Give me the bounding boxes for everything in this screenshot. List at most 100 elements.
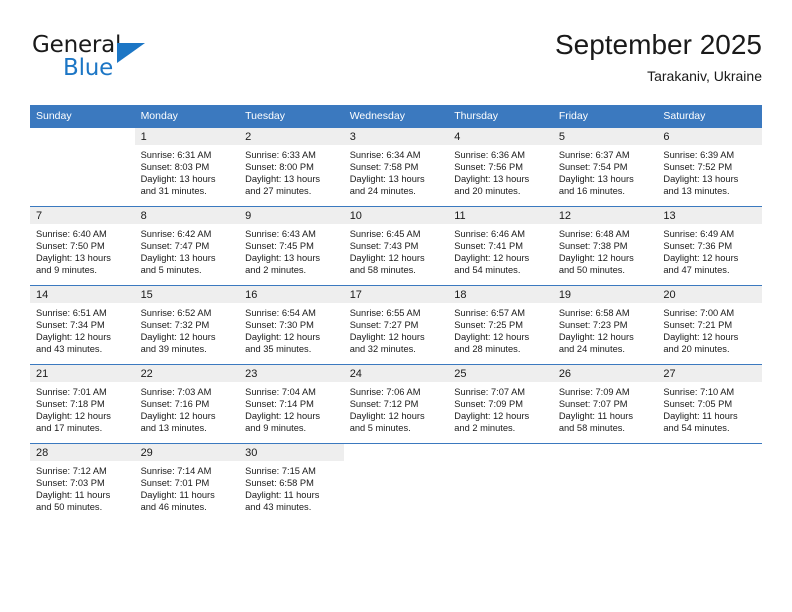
- sunrise-time: Sunrise: 7:03 AM: [140, 387, 212, 397]
- sunset-time: Sunset: 7:58 PM: [349, 162, 419, 173]
- daylight-duration-line1: Daylight: 12 hours: [558, 253, 634, 264]
- day-number: [553, 444, 658, 461]
- day-details: Sunrise: 7:12 AM Sunset: 7:03 PM Daylight:…: [30, 461, 135, 513]
- calendar-day-cell[interactable]: 29 Sunrise: 7:14 AM Sunset: 7:01 PM Dayligh…: [134, 443, 240, 522]
- calendar-day-cell[interactable]: 13 Sunrise: 6:49 AM Sunset: 7:36 PM Dayligh…: [657, 206, 762, 286]
- calendar-day-cell[interactable]: 19 Sunrise: 6:58 AM Sunset: 7:23 PM Dayligh…: [552, 285, 658, 365]
- calendar-day-cell[interactable]: 10 Sunrise: 6:45 AM Sunset: 7:43 PM Dayligh…: [343, 206, 449, 286]
- day-details: Sunrise: 7:06 AM Sunset: 7:12 PM Daylight:…: [344, 382, 449, 434]
- day-details: Sunrise: 6:58 AM Sunset: 7:23 PM Daylight:…: [553, 303, 658, 355]
- sunset-time: Sunset: 7:16 PM: [140, 399, 210, 410]
- day-cell-inner: 22 Sunrise: 7:03 AM Sunset: 7:16 PM Dayligh…: [134, 365, 240, 443]
- daylight-duration-line1: Daylight: 13 hours: [245, 174, 321, 185]
- calendar-grid: Sunday Monday Tuesday Wednesday Thursday Frid…: [30, 105, 762, 522]
- calendar-day-cell[interactable]: 6 Sunrise: 6:39 AM Sunset: 7:52 PM Daylight…: [657, 128, 762, 207]
- calendar-day-cell[interactable]: 27 Sunrise: 7:10 AM Sunset: 7:05 PM Dayligh…: [657, 364, 762, 444]
- calendar-day-cell[interactable]: 18 Sunrise: 6:57 AM Sunset: 7:25 PM Dayligh…: [448, 285, 553, 365]
- sunset-time: Sunset: 7:09 PM: [454, 399, 523, 410]
- day-details: Sunrise: 6:31 AM Sunset: 8:03 PM Daylight:…: [135, 145, 240, 197]
- calendar-day-cell[interactable]: 21 Sunrise: 7:01 AM Sunset: 7:18 PM Dayligh…: [30, 364, 135, 444]
- day-details: Sunrise: 6:33 AM Sunset: 8:00 PM Daylight:…: [239, 145, 344, 197]
- day-number: [344, 444, 449, 461]
- sunrise-time: Sunrise: 6:39 AM: [663, 150, 735, 160]
- day-number: 27: [657, 365, 762, 382]
- sunrise-time: Sunrise: 6:49 AM: [663, 229, 735, 239]
- sunrise-time: Sunrise: 6:31 AM: [140, 150, 212, 160]
- daylight-duration-line1: Daylight: 11 hours: [663, 411, 738, 422]
- calendar-day-cell[interactable]: 22 Sunrise: 7:03 AM Sunset: 7:16 PM Dayligh…: [134, 364, 240, 444]
- sunrise-time: Sunrise: 6:55 AM: [349, 308, 421, 318]
- day-cell-inner: 5 Sunrise: 6:37 AM Sunset: 7:54 PM Daylight…: [552, 128, 658, 206]
- day-cell-inner: [30, 128, 135, 206]
- calendar-day-cell[interactable]: 15 Sunrise: 6:52 AM Sunset: 7:32 PM Dayligh…: [134, 285, 240, 365]
- daylight-duration-line2: and 5 minutes.: [140, 265, 202, 276]
- sunset-time: Sunset: 7:05 PM: [663, 399, 733, 410]
- calendar-header-row: Sunday Monday Tuesday Wednesday Thursday Frid…: [30, 105, 762, 128]
- calendar-day-cell[interactable]: 20 Sunrise: 7:00 AM Sunset: 7:21 PM Dayligh…: [657, 285, 762, 365]
- daylight-duration-line2: and 24 minutes.: [349, 186, 416, 197]
- daylight-duration-line2: and 20 minutes.: [454, 186, 521, 197]
- general-blue-logo[interactable]: General Blue: [32, 32, 242, 92]
- daylight-duration-line2: and 43 minutes.: [245, 502, 312, 513]
- day-cell-inner: 6 Sunrise: 6:39 AM Sunset: 7:52 PM Daylight…: [657, 128, 762, 206]
- calendar-day-cell[interactable]: 2 Sunrise: 6:33 AM Sunset: 8:00 PM Daylight…: [239, 128, 344, 207]
- calendar-day-cell[interactable]: 3 Sunrise: 6:34 AM Sunset: 7:58 PM Daylight…: [343, 128, 449, 207]
- day-number: 22: [134, 365, 240, 382]
- day-cell-inner: 1 Sunrise: 6:31 AM Sunset: 8:03 PM Daylight…: [134, 128, 240, 206]
- sunset-time: Sunset: 8:00 PM: [245, 162, 314, 173]
- day-details: [30, 145, 135, 149]
- day-cell-inner: 26 Sunrise: 7:09 AM Sunset: 7:07 PM Dayligh…: [552, 365, 658, 443]
- day-details: Sunrise: 7:00 AM Sunset: 7:21 PM Daylight:…: [657, 303, 762, 355]
- day-details: Sunrise: 6:36 AM Sunset: 7:56 PM Daylight:…: [448, 145, 553, 197]
- calendar-day-cell[interactable]: 1 Sunrise: 6:31 AM Sunset: 8:03 PM Daylight…: [134, 128, 240, 207]
- calendar-day-cell[interactable]: 17 Sunrise: 6:55 AM Sunset: 7:27 PM Dayligh…: [343, 285, 449, 365]
- sunrise-time: Sunrise: 6:51 AM: [36, 308, 107, 318]
- calendar-day-cell[interactable]: 12 Sunrise: 6:48 AM Sunset: 7:38 PM Dayligh…: [552, 206, 658, 286]
- day-cell-inner: [553, 444, 658, 522]
- day-details: Sunrise: 6:46 AM Sunset: 7:41 PM Daylight:…: [448, 224, 553, 276]
- calendar-day-cell-empty: [343, 443, 449, 522]
- calendar-day-cell[interactable]: 11 Sunrise: 6:46 AM Sunset: 7:41 PM Dayligh…: [448, 206, 553, 286]
- daylight-duration-line2: and 9 minutes.: [245, 423, 307, 434]
- day-number: 18: [448, 286, 553, 303]
- daylight-duration-line2: and 31 minutes.: [140, 186, 207, 197]
- calendar-day-cell[interactable]: 30 Sunrise: 7:15 AM Sunset: 6:58 PM Dayligh…: [239, 443, 344, 522]
- calendar-day-cell[interactable]: 8 Sunrise: 6:42 AM Sunset: 7:47 PM Daylight…: [134, 206, 240, 286]
- day-cell-inner: 14 Sunrise: 6:51 AM Sunset: 7:34 PM Dayligh…: [30, 286, 135, 364]
- day-details: [553, 461, 658, 465]
- sunset-time: Sunset: 7:45 PM: [245, 241, 314, 252]
- day-details: Sunrise: 7:04 AM Sunset: 7:14 PM Daylight:…: [239, 382, 344, 434]
- sunset-time: Sunset: 7:47 PM: [140, 241, 210, 252]
- sunset-time: Sunset: 7:03 PM: [36, 478, 105, 489]
- daylight-duration-line1: Daylight: 12 hours: [36, 411, 111, 422]
- sunrise-time: Sunrise: 7:15 AM: [245, 466, 316, 476]
- day-details: Sunrise: 6:51 AM Sunset: 7:34 PM Daylight:…: [30, 303, 135, 355]
- calendar-day-cell[interactable]: 9 Sunrise: 6:43 AM Sunset: 7:45 PM Daylight…: [239, 206, 344, 286]
- sunrise-time: Sunrise: 7:06 AM: [349, 387, 421, 397]
- calendar-day-cell[interactable]: 24 Sunrise: 7:06 AM Sunset: 7:12 PM Dayligh…: [343, 364, 449, 444]
- day-details: [344, 461, 449, 465]
- sunrise-time: Sunrise: 7:01 AM: [36, 387, 107, 397]
- calendar-day-cell[interactable]: 23 Sunrise: 7:04 AM Sunset: 7:14 PM Dayligh…: [239, 364, 344, 444]
- daylight-duration-line2: and 13 minutes.: [663, 186, 730, 197]
- sunrise-time: Sunrise: 6:52 AM: [140, 308, 212, 318]
- weekday-header-wednesday: Wednesday: [343, 105, 449, 128]
- sunset-time: Sunset: 7:54 PM: [558, 162, 628, 173]
- calendar-day-cell[interactable]: 7 Sunrise: 6:40 AM Sunset: 7:50 PM Daylight…: [30, 206, 135, 286]
- calendar-day-cell[interactable]: 26 Sunrise: 7:09 AM Sunset: 7:07 PM Dayligh…: [552, 364, 658, 444]
- sunset-time: Sunset: 7:34 PM: [36, 320, 105, 331]
- calendar-day-cell[interactable]: 16 Sunrise: 6:54 AM Sunset: 7:30 PM Dayligh…: [239, 285, 344, 365]
- daylight-duration-line2: and 39 minutes.: [140, 344, 207, 355]
- calendar-day-cell[interactable]: 4 Sunrise: 6:36 AM Sunset: 7:56 PM Daylight…: [448, 128, 553, 207]
- calendar-day-cell[interactable]: 28 Sunrise: 7:12 AM Sunset: 7:03 PM Dayligh…: [30, 443, 135, 522]
- day-details: Sunrise: 6:52 AM Sunset: 7:32 PM Daylight:…: [135, 303, 240, 355]
- daylight-duration-line2: and 5 minutes.: [349, 423, 411, 434]
- calendar-day-cell[interactable]: 5 Sunrise: 6:37 AM Sunset: 7:54 PM Daylight…: [552, 128, 658, 207]
- calendar-day-cell[interactable]: 25 Sunrise: 7:07 AM Sunset: 7:09 PM Dayligh…: [448, 364, 553, 444]
- day-number: 6: [657, 128, 762, 145]
- day-number: [657, 444, 762, 461]
- day-cell-inner: 25 Sunrise: 7:07 AM Sunset: 7:09 PM Dayligh…: [448, 365, 553, 443]
- daylight-duration-line2: and 43 minutes.: [36, 344, 103, 355]
- sunset-time: Sunset: 7:12 PM: [349, 399, 419, 410]
- calendar-day-cell[interactable]: 14 Sunrise: 6:51 AM Sunset: 7:34 PM Dayligh…: [30, 285, 135, 365]
